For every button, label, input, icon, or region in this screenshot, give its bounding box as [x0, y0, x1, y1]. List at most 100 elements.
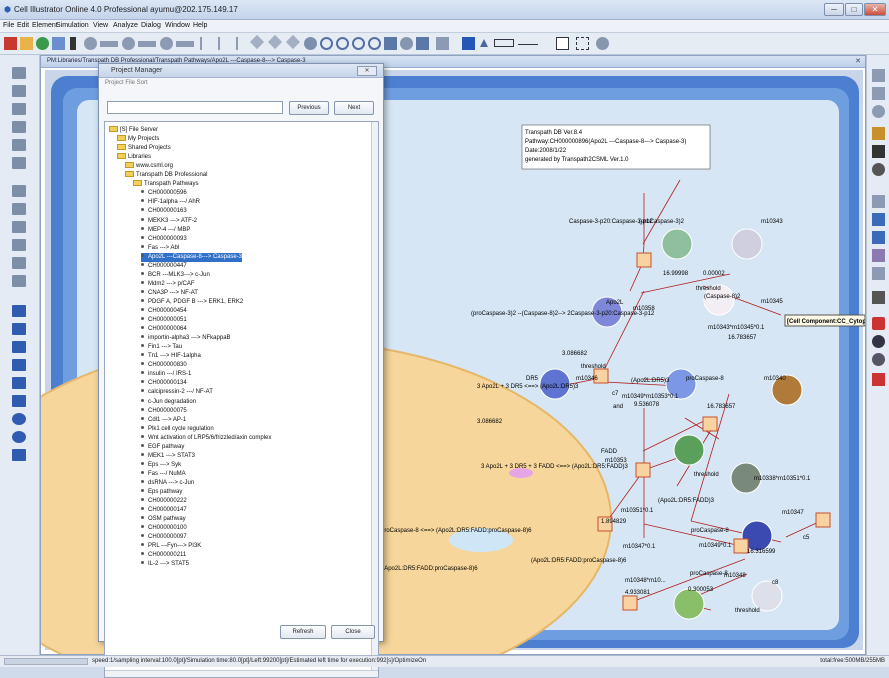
tree-item[interactable]: CH000000064: [141, 325, 187, 334]
arrow-tool-2-icon[interactable]: [267, 34, 283, 50]
hand-icon[interactable]: [304, 37, 317, 50]
tree-item[interactable]: EGF pathway: [141, 443, 184, 452]
tree-item[interactable]: CNA3P ---> NF-AT: [141, 289, 198, 298]
align-left-icon[interactable]: [872, 195, 885, 208]
properties-icon[interactable]: [872, 69, 885, 82]
tree-item[interactable]: MEK1 ---> STAT3: [141, 452, 195, 461]
tree-folder[interactable]: [S] File Server: [109, 126, 158, 135]
circle-icon[interactable]: [872, 105, 885, 118]
test-arc-icon[interactable]: [236, 37, 238, 50]
entity-tool-3-icon[interactable]: [160, 37, 173, 50]
tree-item[interactable]: PRL ---Fyn---> PI3K: [141, 542, 201, 551]
table-icon[interactable]: [576, 37, 589, 50]
tree-item[interactable]: Fin1 ---> Tau: [141, 343, 182, 352]
open-icon[interactable]: [20, 37, 33, 50]
tree-folder[interactable]: Transpath Pathways: [133, 180, 198, 189]
pm-previous-button[interactable]: Previous: [289, 101, 329, 115]
tree-item[interactable]: CH000000147: [141, 506, 187, 515]
tree-item[interactable]: CH000000222: [141, 497, 187, 506]
tree-item[interactable]: CH000000093: [141, 235, 187, 244]
tree-item[interactable]: CH000000051: [141, 316, 187, 325]
tree-item[interactable]: CH000000075: [141, 407, 187, 416]
distribute-icon[interactable]: [872, 231, 885, 244]
menu-file[interactable]: File: [3, 22, 14, 29]
magic-icon[interactable]: [872, 267, 885, 280]
tree-folder[interactable]: www.csml.org: [125, 162, 173, 171]
tree-item[interactable]: CH000000134: [141, 379, 187, 388]
stop-icon[interactable]: [12, 359, 26, 371]
pm-menu[interactable]: Project File Sort: [99, 79, 383, 90]
align-right-icon[interactable]: [872, 213, 885, 226]
tree-item[interactable]: CH000000100: [141, 524, 187, 533]
zoom-out-icon[interactable]: [336, 37, 349, 50]
delete-icon[interactable]: [872, 373, 885, 386]
minimize-button[interactable]: ─: [824, 3, 844, 16]
fast-forward-icon[interactable]: [12, 377, 26, 389]
tool-5-icon[interactable]: [12, 139, 26, 151]
plus-icon[interactable]: [872, 335, 885, 348]
tree-item[interactable]: IL-2 ---> STAT5: [141, 560, 189, 569]
tree-item[interactable]: dsRNA ---> c-Jun: [141, 479, 194, 488]
tree-item[interactable]: CH000000447: [141, 262, 187, 271]
tree-item[interactable]: insulin ---/ IRS-1: [141, 370, 191, 379]
pm-search-input[interactable]: [107, 101, 283, 114]
tree-item[interactable]: PDGF A, PDGF B ---> ERK1, ERK2: [141, 298, 243, 307]
entity-tool-2-icon[interactable]: [122, 37, 135, 50]
menu-element[interactable]: Element: [32, 22, 58, 29]
protein-node-procaspase3[interactable]: [731, 228, 763, 260]
menu-view[interactable]: View: [93, 22, 108, 29]
reset-icon[interactable]: [12, 449, 26, 461]
tool-6-icon[interactable]: [12, 157, 26, 169]
tool-9-icon[interactable]: [12, 221, 26, 233]
tree-item[interactable]: Cdl1 ---> AP-1: [141, 416, 186, 425]
menu-help[interactable]: Help: [193, 22, 207, 29]
process-node[interactable]: [636, 252, 652, 268]
tool-4-icon[interactable]: [12, 121, 26, 133]
tree-item[interactable]: BCR ---MLK3---> c-Jun: [141, 271, 210, 280]
list-icon[interactable]: [872, 87, 885, 100]
line-icon[interactable]: [518, 44, 538, 45]
arrow-tool-3-icon[interactable]: [285, 34, 301, 50]
process-node[interactable]: [815, 512, 831, 528]
red-component-icon[interactable]: [872, 317, 885, 330]
tree-item[interactable]: c-Jun degradation: [141, 398, 196, 407]
tree-item[interactable]: HIF-1alpha ---/ AhR: [141, 198, 200, 207]
layout-icon[interactable]: [556, 37, 569, 50]
globe-icon[interactable]: [36, 37, 49, 50]
inhibitor-icon[interactable]: [218, 37, 220, 50]
export-icon[interactable]: [416, 37, 429, 50]
tree-item[interactable]: Fas ---/ NuMA: [141, 470, 186, 479]
pm-next-button[interactable]: Next: [334, 101, 374, 115]
zoom-reset-icon[interactable]: [368, 37, 381, 50]
zoom-in-icon[interactable]: [320, 37, 333, 50]
new-icon[interactable]: [4, 37, 17, 50]
record-icon[interactable]: [12, 413, 26, 425]
star-icon[interactable]: [872, 127, 885, 140]
pointer-icon[interactable]: [70, 37, 76, 50]
tree-item[interactable]: Fas ---> Abl: [141, 244, 179, 253]
tree-item[interactable]: CH000000163: [141, 207, 187, 216]
project-manager-dialog[interactable]: Project Manager ✕ Project File Sort Prev…: [98, 63, 384, 678]
process-node[interactable]: [702, 416, 718, 432]
zoom-fit-icon[interactable]: [352, 37, 365, 50]
tree-item[interactable]: CH000000454: [141, 307, 187, 316]
tree-folder[interactable]: Transpath DB Professional: [125, 171, 207, 180]
tree-folder[interactable]: Shared Projects: [117, 144, 171, 153]
menu-window[interactable]: Window: [165, 22, 190, 29]
process-tool-icon[interactable]: [100, 41, 118, 47]
tool-12-icon[interactable]: [12, 275, 26, 287]
pm-refresh-button[interactable]: Refresh: [280, 625, 326, 639]
tree-item[interactable]: CH000000596: [141, 189, 187, 198]
tree-item[interactable]: Eps pathway: [141, 488, 182, 497]
tree-item[interactable]: Mdm2 ---> p/CAF: [141, 280, 195, 289]
run-icon[interactable]: [12, 305, 26, 317]
maximize-button[interactable]: □: [845, 3, 863, 16]
tree-item[interactable]: Plk1 cell cycle regulation: [141, 425, 214, 434]
menu-dialog[interactable]: Dialog: [141, 22, 161, 29]
tool-11-icon[interactable]: [12, 257, 26, 269]
scissors-icon[interactable]: [872, 145, 885, 158]
pm-horizontal-scrollbar[interactable]: [105, 670, 378, 677]
document-close-button[interactable]: ✕: [855, 57, 861, 65]
tree-folder[interactable]: Libraries: [117, 153, 151, 162]
settings-icon[interactable]: [400, 37, 413, 50]
